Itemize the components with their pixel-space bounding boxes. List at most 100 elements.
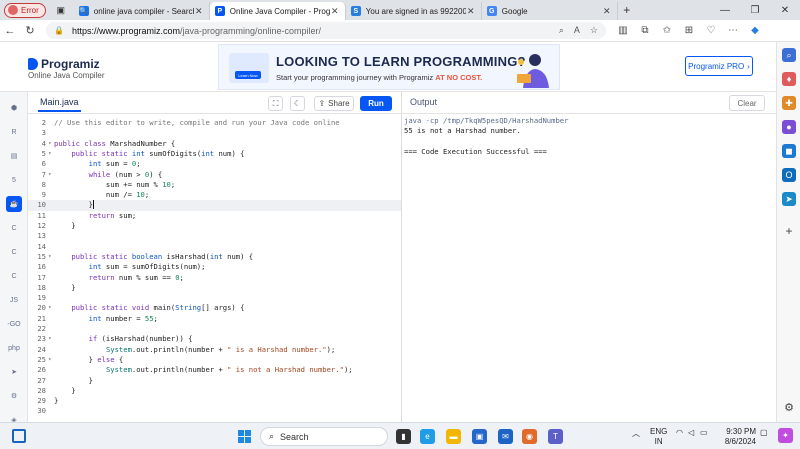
close-tab-icon[interactable]: ✕ [330,6,340,17]
taskbar-clock[interactable]: 9:30 PM 8/6/2024 [720,427,756,447]
ad-banner[interactable]: Learn Now LOOKING TO LEARN PROGRAMMING? … [218,44,560,90]
close-tab-icon[interactable]: ✕ [602,6,612,17]
menu-dots-icon[interactable]: ⋯ [726,25,740,36]
pane-divider[interactable] [401,92,402,422]
code-line[interactable]: 9 num /= 10; [28,190,401,200]
fold-toggle-icon[interactable]: ▾ [48,170,52,180]
battery-icon[interactable]: ▭ [700,428,708,437]
code-line[interactable]: 11 return sum; [28,211,401,221]
taskbar-search[interactable]: ⌕ Search [260,427,388,446]
code-line[interactable]: 24 System.out.println(number + " is a Ha… [28,345,401,355]
profile-button[interactable]: Error [4,2,46,18]
code-line[interactable]: 21 int number = 55; [28,314,401,324]
collections-icon[interactable]: ⊞ [682,25,696,36]
code-line[interactable]: 29} [28,396,401,406]
run-button[interactable]: Run [360,96,392,111]
store-icon[interactable]: ▣ [472,429,487,444]
code-line[interactable]: 4 ▾ public class MarshadNumber { [28,139,401,149]
teams-icon[interactable]: T [548,429,563,444]
html-icon[interactable]: 5 [6,172,22,188]
close-tab-icon[interactable]: ✕ [466,6,476,17]
code-line[interactable]: 25 ▾ } else { [28,355,401,365]
notification-icon[interactable]: ▢ [760,428,768,437]
widgets-icon[interactable] [12,429,26,443]
code-line[interactable]: 2 // Use this editor to write, compile an… [28,118,401,128]
code-line[interactable]: 5 ▾ public static int sumOfDigits(int num… [28,149,401,159]
java-icon[interactable]: ☕ [6,196,22,212]
fold-toggle-icon[interactable]: ▾ [48,303,52,313]
close-window-icon[interactable]: ✕ [770,0,800,20]
share-button[interactable]: ⇪ Share [314,96,354,111]
js-icon[interactable]: JS [6,292,22,308]
extensions-icon[interactable]: ⧉ [638,25,652,36]
code-line[interactable]: 8 sum += num % 10; [28,180,401,190]
task-view-icon[interactable]: ▮ [396,429,411,444]
zoom-icon[interactable]: ⌕ [559,25,564,36]
code-line[interactable]: 16 int sum = sumOfDigits(num); [28,262,401,272]
read-aloud-icon[interactable]: A [574,25,580,36]
code-line[interactable]: 14 [28,242,401,252]
code-line[interactable]: 30 [28,406,401,416]
sidebar-settings-icon[interactable]: ⚙ [782,400,796,414]
code-line[interactable]: 19 [28,293,401,303]
minimize-icon[interactable]: — [710,0,740,20]
code-line[interactable]: 18 } [28,283,401,293]
code-line[interactable]: 27 } [28,376,401,386]
python-icon[interactable]: ⬢ [6,100,22,116]
mail-icon[interactable]: ✉ [498,429,513,444]
restore-icon[interactable]: ❐ [740,0,770,20]
outlook-icon[interactable]: O [782,168,796,182]
copilot-icon[interactable]: ◆ [748,25,762,36]
programiz-pro-button[interactable]: Programiz PRO › [685,56,753,76]
csharp-icon[interactable]: C [6,268,22,284]
copilot-taskbar-icon[interactable]: ✦ [778,428,793,443]
fullscreen-icon[interactable]: ⛶ [268,96,283,111]
fold-toggle-icon[interactable]: ▾ [48,252,52,262]
fold-toggle-icon[interactable]: ▾ [48,334,52,344]
cpp-icon[interactable]: C [6,244,22,260]
php-icon[interactable]: php [6,340,22,356]
code-line[interactable]: 7 ▾ while (num > 0) { [28,170,401,180]
favorites-icon[interactable]: ✩ [660,25,674,36]
reload-icon[interactable]: ↻ [20,21,40,41]
code-line[interactable]: 23 ▾ if (isHarshad(number)) { [28,334,401,344]
tools-icon[interactable]: ✚ [782,96,796,110]
c-icon[interactable]: C [6,220,22,236]
go-icon[interactable]: -GO [6,316,22,332]
code-line[interactable]: 12 } [28,221,401,231]
split-screen-icon[interactable]: ▥ [616,25,630,36]
code-line[interactable]: 26 System.out.println(number + " is not … [28,365,401,375]
firefox-icon[interactable]: ◉ [522,429,537,444]
start-button[interactable] [238,430,251,443]
r-icon[interactable]: R [6,124,22,140]
code-line[interactable]: 20 ▾ public static void main(String[] arg… [28,303,401,313]
code-line[interactable]: 17 return num % sum == 0; [28,273,401,283]
add-sidebar-icon[interactable]: + [782,224,796,238]
code-line[interactable]: 28 } [28,386,401,396]
swift-icon[interactable]: ➤ [6,364,22,380]
fold-toggle-icon[interactable]: ▾ [48,139,52,149]
browser-tab[interactable]: S You are signed in as 9922004002✕ [346,2,482,20]
fold-toggle-icon[interactable]: ▾ [48,355,52,365]
programiz-logo[interactable]: Programiz [28,57,100,71]
volume-icon[interactable]: ◁ [688,428,694,437]
favorite-star-icon[interactable]: ☆ [590,25,598,36]
code-line[interactable]: 10 } [28,200,401,211]
clear-button[interactable]: Clear [729,95,765,111]
send-icon[interactable]: ➤ [782,192,796,206]
fold-toggle-icon[interactable]: ▾ [48,149,52,159]
edge-taskbar-icon[interactable]: e [420,429,435,444]
back-icon[interactable]: ← [0,21,20,41]
close-tab-icon[interactable]: ✕ [194,6,204,17]
code-line[interactable]: 6 int sum = 0; [28,159,401,169]
code-line[interactable]: 22 [28,324,401,334]
tray-chevron-icon[interactable]: ︿ [632,428,640,439]
rust-icon[interactable]: ⚙ [6,388,22,404]
lock-icon[interactable]: 🔒 [54,26,64,35]
tab-actions-icon[interactable]: ▣ [52,2,70,18]
language-indicator[interactable]: ENG IN [650,427,667,447]
file-tab-main-java[interactable]: Main.java [38,97,81,112]
sql-icon[interactable]: ▤ [6,148,22,164]
browser-tab[interactable]: 🔍 online java compiler - Search ✕ [74,2,210,20]
performance-icon[interactable]: ♡ [704,25,718,36]
